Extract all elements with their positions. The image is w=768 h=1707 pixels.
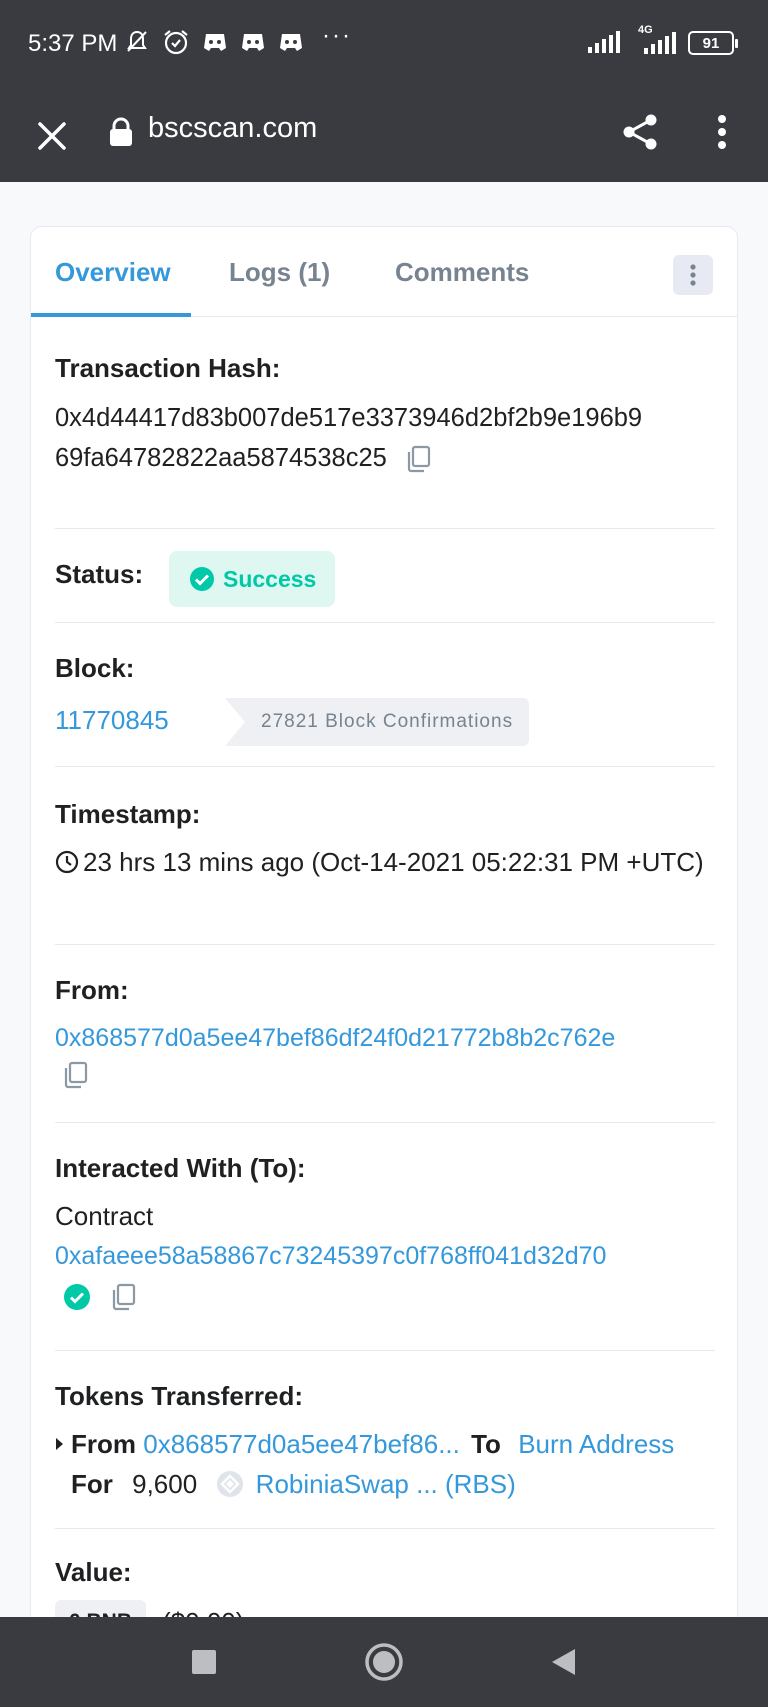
- back-button[interactable]: [540, 1639, 586, 1685]
- url-text[interactable]: bscscan.com: [148, 112, 317, 145]
- timestamp-label: Timestamp:: [55, 799, 201, 829]
- more-notifications-icon: ···: [322, 22, 352, 49]
- system-nav-bar: [0, 1617, 768, 1707]
- token-transfer-line2: For 9,600 RobiniaSwap ... (RBS): [71, 1469, 516, 1499]
- signal-4g-icon: 4G: [632, 24, 678, 56]
- alarm-icon: [164, 30, 188, 55]
- timestamp-value: 23 hrs 13 mins ago (Oct-14-2021 05:22:31…: [55, 842, 715, 882]
- row-block: Block: 11770845 27821 Block Confirmation…: [55, 623, 715, 767]
- overflow-menu-button[interactable]: [700, 106, 744, 158]
- close-icon: [38, 122, 66, 150]
- signal-icon: [588, 31, 620, 53]
- transaction-hash-line2: 69fa64782822aa5874538c25: [55, 444, 387, 472]
- row-transaction-hash: Transaction Hash: 0x4d44417d83b007de517e…: [55, 353, 715, 529]
- battery-icon: 91: [688, 31, 738, 55]
- interacted-with-label: Interacted With (To):: [55, 1153, 306, 1183]
- recents-button[interactable]: [181, 1639, 227, 1685]
- row-interacted-with: Interacted With (To): Contract 0xafaeee5…: [55, 1123, 715, 1351]
- vertical-dots-icon: [690, 264, 696, 286]
- discord-icon: [280, 34, 302, 51]
- row-status: Status: Success: [55, 529, 715, 623]
- tab-more-button[interactable]: [673, 255, 713, 295]
- from-address-link[interactable]: 0x868577d0a5ee47bef86df24f0d21772b8b2c76…: [55, 1018, 715, 1058]
- discord-icon: [242, 34, 264, 51]
- block-confirmations: 27821 Block Confirmations: [225, 698, 530, 746]
- active-tab-indicator: [31, 313, 191, 317]
- block-label: Block:: [55, 653, 135, 683]
- row-timestamp: Timestamp: 23 hrs 13 mins ago (Oct-14-20…: [55, 767, 715, 945]
- transaction-hash-label: Transaction Hash:: [55, 353, 281, 383]
- tab-comments[interactable]: Comments: [395, 257, 529, 288]
- token-logo-icon: [217, 1471, 244, 1497]
- contract-address-link[interactable]: 0xafaeee58a58867c73245397c0f768ff041d32d…: [55, 1236, 715, 1276]
- token-name-link[interactable]: RobiniaSwap ... (RBS): [256, 1469, 516, 1499]
- browser-toolbar: bscscan.com: [0, 92, 768, 182]
- verified-check-icon: [64, 1284, 90, 1310]
- tokens-transferred-label: Tokens Transferred:: [55, 1381, 304, 1411]
- token-from-address-link[interactable]: 0x868577d0a5ee47bef86...: [143, 1429, 460, 1459]
- check-circle-icon: [190, 567, 214, 591]
- copy-icon[interactable]: [109, 1282, 139, 1312]
- status-time: 5:37 PM: [28, 30, 118, 57]
- copy-icon[interactable]: [61, 1060, 91, 1090]
- value-label: Value:: [55, 1557, 132, 1587]
- status-badge: Success: [169, 551, 335, 607]
- burn-address-link[interactable]: Burn Address: [518, 1429, 674, 1459]
- share-button[interactable]: [614, 106, 666, 158]
- status-right: 4G 91: [586, 24, 738, 56]
- contract-prefix: Contract: [55, 1201, 154, 1231]
- tab-overview[interactable]: Overview: [55, 257, 171, 288]
- notification-icons: ···: [124, 22, 352, 56]
- transaction-card: Overview Logs (1) Comments Transaction H…: [30, 226, 738, 1626]
- token-transfer-line1: From 0x868577d0a5ee47bef86... To Burn Ad…: [55, 1424, 715, 1464]
- row-value: Value: 0 BNB ($0.00): [55, 1529, 715, 1625]
- close-tab-button[interactable]: [28, 112, 76, 160]
- status-bar: 5:37 PM ··· 4G 91: [0, 0, 768, 92]
- copy-icon[interactable]: [404, 444, 434, 474]
- home-button[interactable]: [361, 1639, 407, 1685]
- block-number-link[interactable]: 11770845: [55, 700, 169, 740]
- tab-logs[interactable]: Logs (1): [229, 257, 330, 288]
- status-label: Status:: [55, 559, 144, 589]
- from-label: From:: [55, 975, 129, 1005]
- clock-icon: [55, 850, 79, 874]
- row-tokens-transferred: Tokens Transferred: From 0x868577d0a5ee4…: [55, 1351, 715, 1529]
- transaction-hash-line1: 0x4d44417d83b007de517e3373946d2bf2b9e196…: [55, 404, 643, 432]
- row-from: From: 0x868577d0a5ee47bef86df24f0d21772b…: [55, 945, 715, 1123]
- discord-icon: [204, 34, 226, 51]
- lock-icon: [110, 117, 132, 146]
- vertical-dots-icon: [718, 115, 726, 149]
- caret-right-icon[interactable]: [55, 1437, 65, 1451]
- tab-bar: Overview Logs (1) Comments: [31, 227, 737, 317]
- token-amount: 9,600: [132, 1469, 198, 1499]
- home-circle-icon: [365, 1643, 403, 1681]
- back-triangle-icon: [552, 1649, 575, 1675]
- share-icon: [623, 114, 657, 150]
- square-icon: [192, 1650, 216, 1674]
- bell-off-icon: [127, 30, 147, 52]
